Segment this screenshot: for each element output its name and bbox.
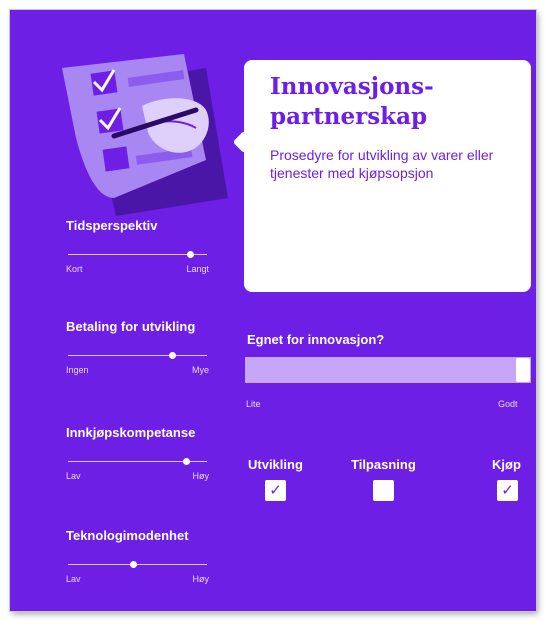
gauge-marker: [516, 358, 530, 382]
slider-high-label: Langt: [186, 264, 209, 274]
slider-low-label: Lav: [66, 574, 81, 584]
slider-track: [68, 355, 207, 356]
gauge-title: Egnet for innovasjon?: [247, 332, 385, 347]
info-box: Innovasjons-partnerskap Prosedyre for ut…: [232, 60, 531, 292]
slider-low-label: Ingen: [66, 365, 89, 375]
checkbox-label-utvikling: Utvikling: [248, 457, 303, 472]
procedure-description: Prosedyre for utvikling av varer eller t…: [270, 147, 494, 181]
checkbox-label-tilpasning: Tilpasning: [351, 457, 416, 472]
gauge-low-label: Lite: [246, 399, 261, 409]
slider-high-label: Høy: [192, 574, 210, 584]
slider-low-label: Lav: [66, 471, 81, 481]
slider-title: Teknologimodenhet: [66, 528, 189, 543]
slider-knob[interactable]: [187, 251, 195, 258]
gauge-fill: [245, 357, 531, 383]
slider-knob[interactable]: [130, 561, 138, 568]
procedure-title: Innovasjons-partnerskap: [270, 73, 434, 130]
slider-title: Betaling for utvikling: [66, 319, 196, 334]
slider-knob[interactable]: [183, 458, 191, 465]
slider-high-label: Mye: [191, 365, 209, 375]
checklist-hand-pen-icon: [62, 54, 228, 216]
slider-knob[interactable]: [169, 352, 177, 359]
checkbox-utvikling[interactable]: ✓: [265, 480, 286, 501]
slider-track: [68, 254, 207, 255]
checkbox-kjop[interactable]: ✓: [497, 480, 518, 501]
checkbox-tilpasning[interactable]: [373, 480, 394, 501]
checkbox-label-kjop: Kjøp: [492, 457, 521, 472]
slider-high-label: Høy: [192, 471, 210, 481]
slider-low-label: Kort: [66, 264, 83, 274]
procedure-card: Innovasjons-partnerskap Prosedyre for ut…: [10, 10, 536, 611]
innovation-gauge: [245, 357, 531, 383]
gauge-high-label: Godt: [498, 399, 518, 409]
slider-title: Tidsperspektiv: [66, 218, 158, 233]
slider-track: [68, 564, 207, 565]
slider-title: Innkjøpskompetanse: [66, 425, 196, 440]
